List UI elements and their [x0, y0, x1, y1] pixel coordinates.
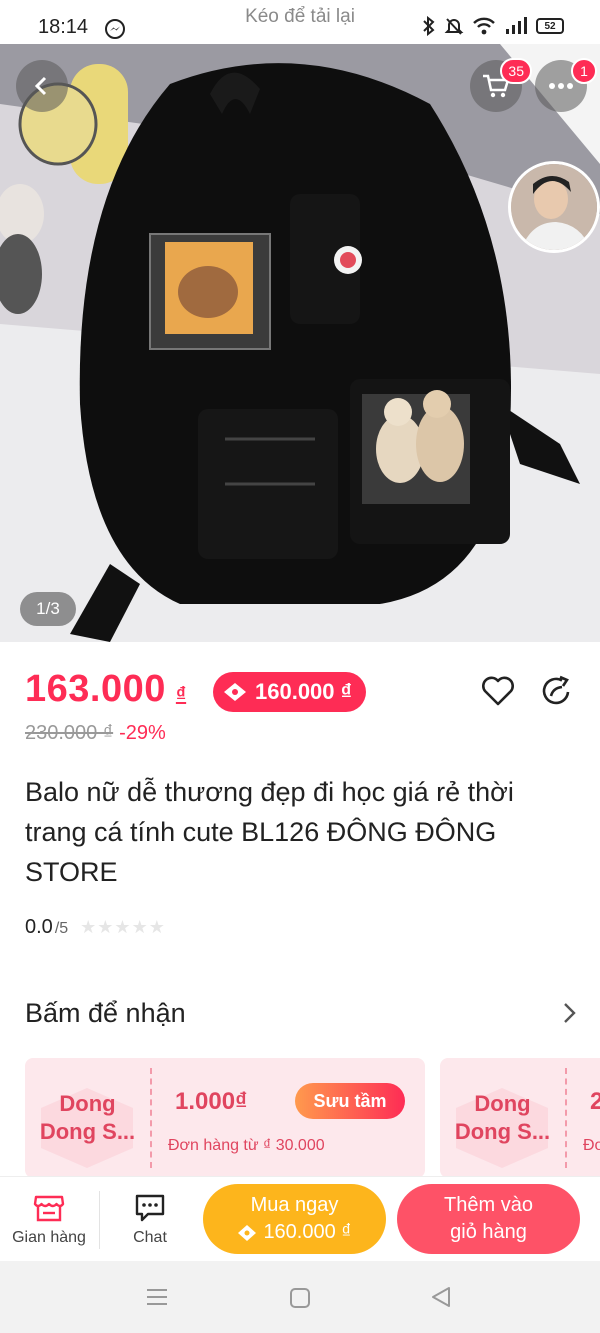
battery-icon: 52	[536, 18, 564, 34]
voucher-card[interactable]: Dong Dong S... 1.000₫ Đơn hàng từ ₫ 30.0…	[25, 1058, 425, 1178]
ticket-icon	[224, 683, 246, 701]
rating-max: /5	[54, 920, 69, 937]
home-icon[interactable]	[289, 1287, 311, 1309]
chevron-right-icon[interactable]	[560, 1000, 580, 1026]
mute-bell-icon	[444, 18, 464, 35]
bluetooth-icon	[423, 16, 435, 36]
ticket-icon	[238, 1224, 257, 1241]
add-cart-line2: giỏ hàng	[450, 1221, 527, 1243]
image-counter: 1/3	[20, 592, 76, 626]
live-seller-avatar[interactable]	[508, 161, 600, 253]
cart-badge: 35	[500, 58, 532, 84]
voucher-shop: Dong Dong S...	[440, 1058, 565, 1178]
status-icons: 52	[422, 16, 564, 36]
chat-icon	[135, 1194, 165, 1221]
original-price: 230.000 ₫	[25, 722, 114, 744]
voucher-price: 160.000 ₫	[255, 679, 352, 704]
voucher-shop-line2: Dong S...	[454, 1119, 551, 1144]
back-button[interactable]	[16, 60, 68, 112]
vouchers-section-title[interactable]: Bấm để nhận	[25, 998, 186, 1029]
bottom-action-bar: Gian hàng Chat Mua ngay 160.000 ₫ Thêm v…	[0, 1176, 600, 1261]
buy-now-price: 160.000 ₫	[263, 1221, 352, 1243]
status-bar: 18:14 Kéo để tải lại 52	[0, 0, 600, 44]
more-dots-icon	[549, 83, 573, 89]
product-title: Balo nữ dễ thương đẹp đi học giá rẻ thời…	[25, 777, 514, 887]
buy-now-button[interactable]: Mua ngay 160.000 ₫	[203, 1184, 386, 1254]
price-row: 163.000 ₫	[25, 668, 186, 711]
shop-label: Gian hàng	[12, 1228, 86, 1246]
voucher-price-badge[interactable]: 160.000 ₫	[213, 672, 366, 712]
voucher-shop-line1: Dong	[474, 1091, 531, 1116]
chat-label: Chat	[133, 1228, 167, 1246]
more-badge: 1	[571, 58, 597, 84]
voucher-condition: Đơ	[583, 1137, 600, 1154]
menu-icon[interactable]	[146, 1287, 168, 1307]
add-to-cart-button[interactable]: Thêm vào giỏ hàng	[397, 1184, 580, 1254]
shop-button[interactable]: Gian hàng	[0, 1177, 98, 1262]
buy-now-label: Mua ngay	[250, 1194, 339, 1216]
heart-icon[interactable]	[481, 674, 515, 708]
voucher-shop-line2: Dong S...	[39, 1119, 136, 1144]
voucher-card[interactable]: Dong Dong S... 2 Đơ	[440, 1058, 600, 1178]
price-currency: ₫	[175, 684, 187, 706]
voucher-condition: Đơn hàng từ ₫ 30.000	[168, 1137, 325, 1154]
voucher-amount: 1.000₫	[175, 1088, 248, 1115]
avatar	[511, 164, 597, 250]
discount-percent: -29%	[119, 722, 166, 744]
store-icon	[33, 1195, 65, 1221]
voucher-shop-line1: Dong	[59, 1091, 116, 1116]
chevron-left-icon	[34, 76, 47, 96]
collect-voucher-button[interactable]: Sưu tầm	[295, 1083, 405, 1119]
product-image	[0, 44, 600, 642]
rating-value: 0.0	[25, 916, 53, 938]
more-options-button[interactable]: 1	[535, 58, 597, 112]
add-cart-line1: Thêm vào	[444, 1194, 533, 1216]
old-price-row: 230.000 ₫ -29%	[25, 722, 166, 745]
voucher-shop: Dong Dong S...	[25, 1058, 150, 1178]
current-price: 163.000	[25, 668, 166, 710]
rating-stars: ★★★★★	[80, 917, 166, 937]
share-icon[interactable]	[540, 674, 574, 708]
product-image-carousel[interactable]: 35 1 1/3	[0, 44, 600, 642]
chat-button[interactable]: Chat	[100, 1177, 200, 1262]
cart-button[interactable]: 35	[470, 58, 532, 112]
signal-icon	[506, 17, 527, 34]
voucher-amount: 2	[590, 1088, 600, 1115]
android-nav-bar	[0, 1261, 600, 1333]
back-nav-icon[interactable]	[430, 1286, 452, 1308]
wifi-icon	[473, 17, 495, 35]
rating-row[interactable]: 0.0 /5 ★★★★★	[25, 916, 166, 939]
